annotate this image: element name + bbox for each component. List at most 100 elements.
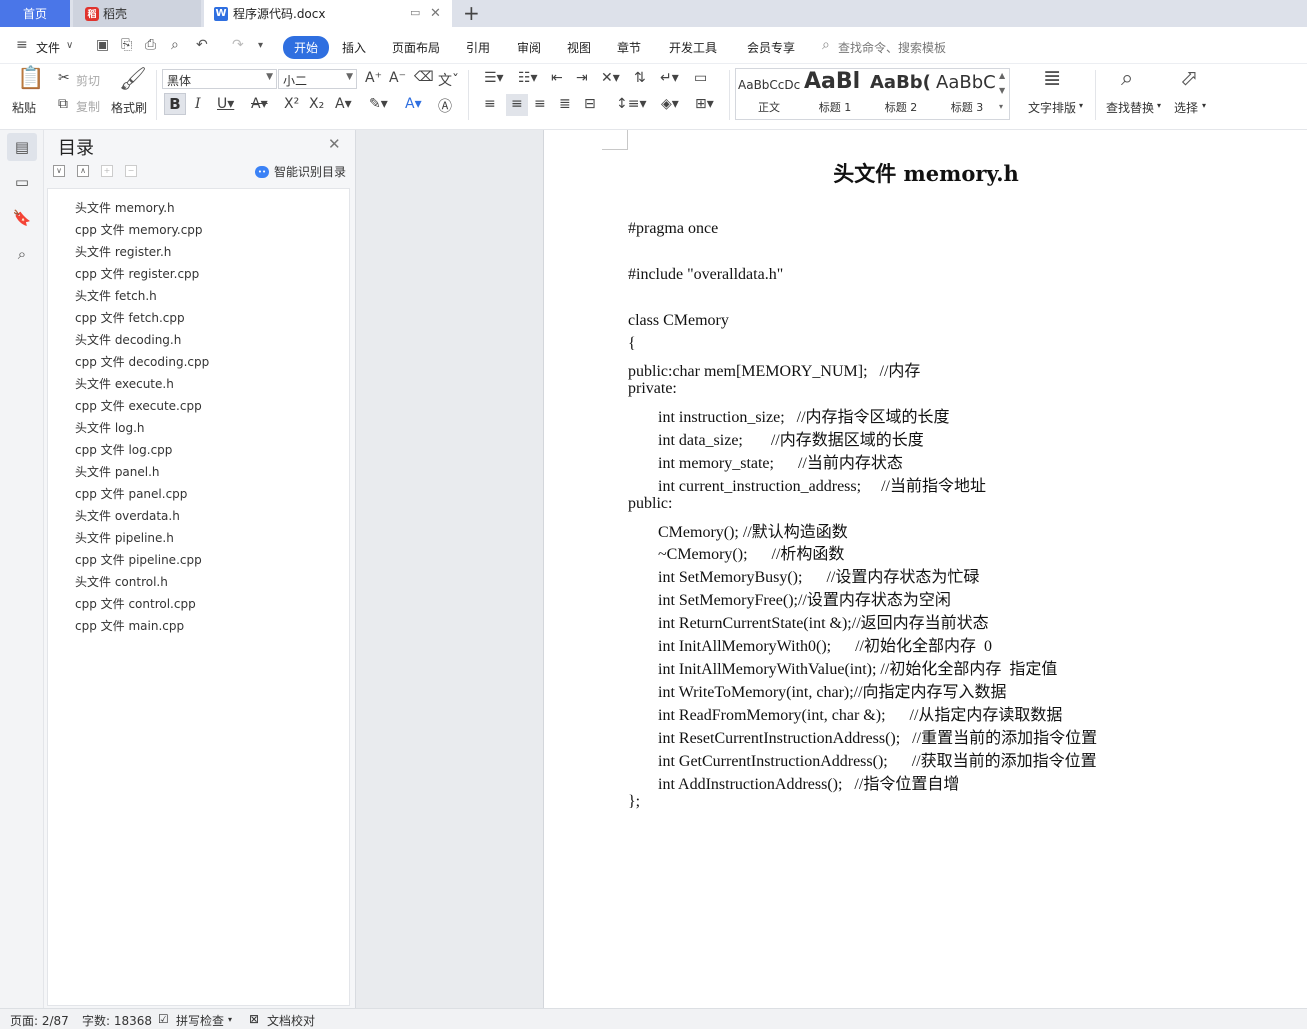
paste-button[interactable]: 粘贴	[12, 99, 36, 116]
toc-item[interactable]: cpp 文件 log.cpp	[75, 441, 172, 458]
bullet-list-icon[interactable]: ☰▾	[484, 70, 504, 86]
decrease-indent-icon[interactable]: ⇤	[551, 70, 563, 86]
menu-chapter[interactable]: 章节	[617, 39, 641, 56]
superscript-button[interactable]: X²	[284, 96, 299, 112]
save-icon[interactable]: ▣	[96, 37, 109, 53]
style-normal[interactable]: AaBbCcDc 正文	[736, 69, 802, 119]
toc-item[interactable]: 头文件 panel.h	[75, 463, 160, 480]
toc-item[interactable]: 头文件 fetch.h	[75, 287, 157, 304]
justify-icon[interactable]: ≣	[559, 96, 571, 112]
character-border-icon[interactable]: Ⓐ	[438, 96, 452, 116]
tab-daoke[interactable]: 稻 稻壳	[73, 0, 201, 27]
cut-button[interactable]: 剪切	[76, 72, 100, 89]
align-center-button[interactable]: ≡	[506, 94, 528, 116]
menu-review[interactable]: 审阅	[517, 39, 541, 56]
italic-button[interactable]: I	[195, 96, 201, 112]
toc-item[interactable]: cpp 文件 execute.cpp	[75, 397, 202, 414]
gallery-scroll-down-icon[interactable]: ▼	[999, 86, 1005, 95]
collapse-all-icon[interactable]: ∧	[77, 165, 89, 177]
toc-item[interactable]: cpp 文件 control.cpp	[75, 595, 196, 612]
tab-close-icon[interactable]: ✕	[430, 6, 441, 21]
menu-references[interactable]: 引用	[466, 39, 490, 56]
undo-icon[interactable]: ↶	[196, 37, 208, 53]
clear-format-eraser-icon[interactable]: ⌫	[414, 69, 434, 85]
toc-item[interactable]: 头文件 log.h	[75, 419, 145, 436]
close-icon[interactable]: ✕	[328, 135, 341, 153]
format-painter-icon[interactable]: 🖌	[119, 67, 147, 92]
toc-item[interactable]: cpp 文件 fetch.cpp	[75, 309, 185, 326]
toc-item[interactable]: 头文件 decoding.h	[75, 331, 181, 348]
chapter-nav-icon[interactable]: ▭	[7, 168, 37, 196]
search-icon[interactable]: ⌕	[7, 240, 37, 268]
shading-icon[interactable]: ◈▾	[661, 96, 679, 112]
toc-item[interactable]: 头文件 overdata.h	[75, 507, 180, 524]
tab-home[interactable]: 首页	[0, 0, 70, 27]
text-layout-button[interactable]: 文字排版	[1028, 99, 1076, 116]
toc-item[interactable]: cpp 文件 memory.cpp	[75, 221, 203, 238]
paste-clipboard-icon[interactable]: 📋	[17, 66, 44, 91]
file-dropdown-chevron-icon[interactable]: ∨	[66, 40, 73, 51]
command-search-input[interactable]: 查找命令、搜索模板	[838, 39, 946, 56]
print-icon[interactable]: ⎙	[145, 37, 156, 53]
select-button[interactable]: 选择	[1174, 99, 1198, 116]
toc-item[interactable]: 头文件 register.h	[75, 243, 171, 260]
new-tab-plus-icon[interactable]: +	[463, 1, 480, 25]
align-right-icon[interactable]: ≡	[534, 96, 546, 112]
font-color-icon[interactable]: A▾	[405, 96, 422, 112]
strikethrough-button[interactable]: A▾	[251, 96, 268, 112]
quick-access-more-icon[interactable]: ▾	[258, 40, 263, 51]
subscript-button[interactable]: X₂	[309, 96, 324, 112]
menu-membership[interactable]: 会员专享	[747, 39, 795, 56]
page-indicator[interactable]: 页面: 2/87	[10, 1012, 69, 1029]
word-count[interactable]: 字数: 18368	[82, 1012, 152, 1029]
find-replace-magnifier-icon[interactable]: ⌕	[1121, 66, 1133, 91]
toc-item[interactable]: cpp 文件 panel.cpp	[75, 485, 187, 502]
tab-stops-icon[interactable]: ▭	[694, 70, 707, 86]
bold-button[interactable]: B	[164, 93, 186, 115]
menu-file[interactable]: 文件	[36, 39, 60, 56]
font-size-combo[interactable]: 小二 ▼	[278, 69, 357, 89]
find-replace-button[interactable]: 查找替换	[1106, 99, 1154, 116]
toc-item[interactable]: 头文件 pipeline.h	[75, 529, 174, 546]
smart-toc-button[interactable]: •• 智能识别目录	[255, 163, 346, 180]
spell-check-button[interactable]: 拼写检查	[176, 1012, 224, 1029]
numbered-list-icon[interactable]: ☷▾	[518, 70, 538, 86]
add-entry-icon[interactable]: +	[101, 165, 113, 177]
toc-item[interactable]: cpp 文件 main.cpp	[75, 617, 184, 634]
toc-item[interactable]: 头文件 control.h	[75, 573, 168, 590]
select-cursor-icon[interactable]: ⬀	[1180, 66, 1198, 91]
toc-item[interactable]: cpp 文件 pipeline.cpp	[75, 551, 202, 568]
grow-font-icon[interactable]: A⁺	[365, 70, 382, 86]
increase-indent-icon[interactable]: ⇥	[576, 70, 588, 86]
gallery-more-icon[interactable]: ▾	[999, 102, 1003, 111]
toc-item[interactable]: cpp 文件 decoding.cpp	[75, 353, 209, 370]
menu-page-layout[interactable]: 页面布局	[392, 39, 440, 56]
menu-view[interactable]: 视图	[567, 39, 591, 56]
format-painter-button[interactable]: 格式刷	[111, 99, 147, 116]
show-marks-icon[interactable]: ↵▾	[660, 70, 679, 86]
sort-icon[interactable]: ⇅	[634, 70, 646, 86]
underline-button[interactable]: U▾	[217, 96, 234, 112]
expand-all-icon[interactable]: ∨	[53, 165, 65, 177]
toc-item[interactable]: 头文件 memory.h	[75, 199, 175, 216]
shrink-font-icon[interactable]: A⁻	[389, 70, 406, 86]
text-layout-icon[interactable]: ≣	[1043, 66, 1061, 91]
phonetic-guide-icon[interactable]: 文ˇ	[438, 70, 459, 90]
hamburger-menu-icon[interactable]: ≡	[16, 37, 28, 53]
document-page[interactable]: 头文件 memory.h #pragma once #include "over…	[543, 130, 1307, 1008]
tab-pin-icon[interactable]: ▭	[410, 6, 420, 19]
menu-developer[interactable]: 开发工具	[669, 39, 717, 56]
menu-start[interactable]: 开始	[283, 36, 330, 59]
toc-item[interactable]: cpp 文件 register.cpp	[75, 265, 199, 282]
style-heading-2[interactable]: AaBb( 标题 2	[868, 69, 934, 119]
copy-button[interactable]: 复制	[76, 98, 100, 115]
chinese-layout-icon[interactable]: ✕▾	[601, 70, 620, 86]
line-spacing-icon[interactable]: ↕≡▾	[616, 96, 647, 112]
tab-document[interactable]: W 程序源代码.docx ▭ ✕	[204, 0, 452, 27]
highlight-color-icon[interactable]: ✎▾	[369, 96, 388, 112]
export-pdf-icon[interactable]: ⎘	[121, 37, 132, 53]
borders-icon[interactable]: ⊞▾	[695, 96, 714, 112]
print-preview-icon[interactable]: ⌕	[171, 37, 179, 53]
gallery-scroll-up-icon[interactable]: ▲	[999, 71, 1005, 80]
distributed-align-icon[interactable]: ⊟	[584, 96, 596, 112]
